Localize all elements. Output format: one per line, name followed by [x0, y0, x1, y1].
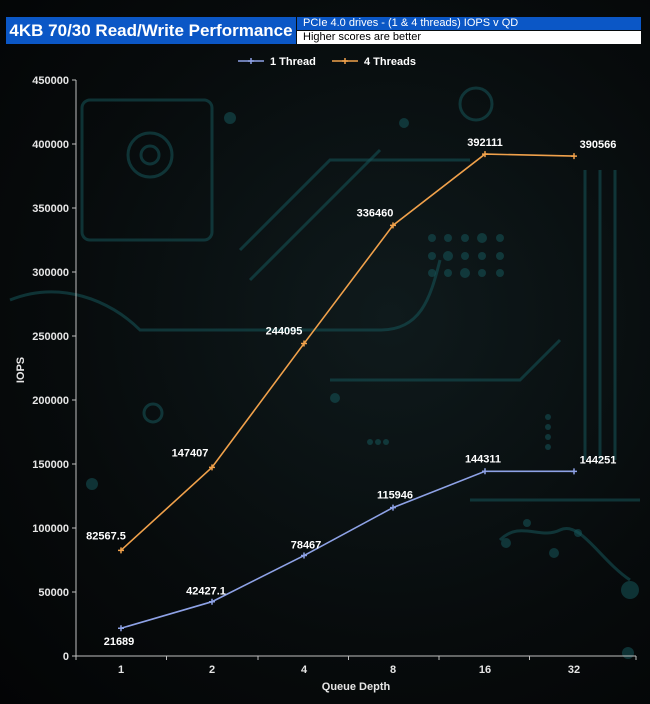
line-chart: 1 Thread 4 Threads 0 50000 100000 150000 2000… [9, 56, 640, 693]
data-point [301, 552, 307, 559]
x-tick-label: 1 [118, 664, 124, 676]
axes: 0 50000 100000 150000 200000 250000 300000 3500… [15, 75, 637, 693]
data-point [482, 468, 488, 475]
x-axis-title: Queue Depth [322, 681, 391, 693]
data-label: 244095 [266, 326, 303, 338]
series-line-1 [120, 470, 575, 630]
data-label: 78467 [291, 540, 322, 552]
x-tick-label: 16 [479, 664, 491, 676]
data-label: 42427.1 [186, 586, 226, 598]
y-tick-label: 400000 [32, 139, 69, 151]
data-label-layer: 21689 42427.1 78467 115946 144311 144251 82567… [86, 137, 616, 648]
data-point [118, 625, 124, 632]
data-label: 82567.5 [86, 530, 126, 542]
y-tick-label: 150000 [32, 459, 69, 471]
series-line-2 [120, 153, 575, 551]
y-tick-label: 50000 [38, 587, 69, 599]
y-tick-label: 0 [63, 651, 69, 663]
x-tick-label: 32 [568, 664, 580, 676]
x-tick-label: 8 [390, 664, 396, 676]
y-tick-label: 250000 [32, 331, 69, 343]
data-point [571, 468, 577, 475]
data-label: 21689 [104, 636, 135, 648]
background-circuit-decoration [9, 86, 640, 659]
data-label: 147407 [172, 447, 209, 459]
x-tick-label: 2 [209, 664, 215, 676]
y-tick-label: 300000 [32, 267, 69, 279]
data-label: 115946 [377, 490, 413, 502]
legend-marker [248, 58, 254, 64]
legend: 1 Thread 4 Threads [238, 56, 416, 68]
legend-label-2: 4 Threads [364, 56, 416, 68]
y-tick-label: 200000 [32, 395, 69, 407]
y-tick-label: 100000 [32, 523, 69, 535]
data-point [209, 598, 215, 605]
y-tick-label: 350000 [32, 203, 69, 215]
legend-label-1: 1 Thread [270, 56, 316, 68]
data-label: 336460 [357, 207, 394, 219]
series-layer [118, 151, 577, 632]
data-label: 392111 [467, 137, 503, 149]
legend-marker [342, 58, 348, 64]
data-label: 390566 [580, 139, 617, 151]
data-point [390, 504, 396, 511]
chart-container: 4KB 70/30 Read/Write Performance PCIe 4.… [0, 0, 650, 704]
x-tick-label: 4 [301, 664, 308, 676]
y-axis-title: IOPS [15, 357, 27, 383]
data-label: 144251 [580, 454, 617, 466]
data-point [571, 153, 577, 160]
y-tick-label: 450000 [32, 75, 69, 87]
data-label: 144311 [465, 453, 501, 465]
